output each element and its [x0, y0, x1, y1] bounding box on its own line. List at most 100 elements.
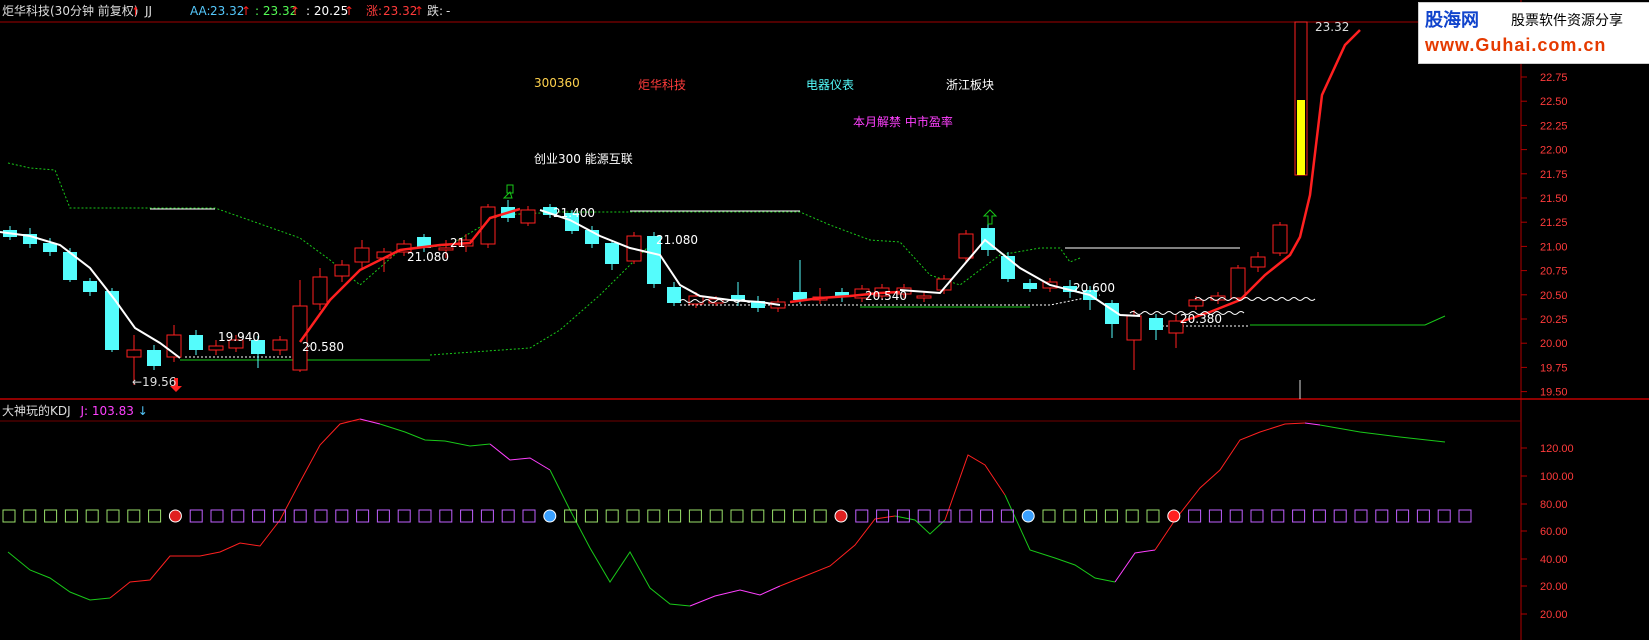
signal-square	[855, 509, 869, 523]
signal-square	[751, 509, 765, 523]
candle-body	[1149, 318, 1163, 330]
candle-body	[208, 345, 224, 351]
signal-square	[1000, 509, 1014, 523]
signal-square	[1250, 509, 1264, 523]
candle	[292, 280, 308, 372]
industry-tag: 电器仪表	[806, 78, 855, 92]
candle	[1001, 252, 1015, 282]
kdj-tick-label: 60.00	[1540, 526, 1568, 538]
candle-body	[272, 339, 288, 351]
signal-square	[668, 509, 682, 523]
candle	[189, 330, 203, 355]
kdj-signal-row	[2, 509, 1472, 523]
candle	[83, 278, 97, 296]
candle-body	[334, 264, 350, 277]
price-tick-label: 22.50	[1540, 96, 1568, 108]
signal-square	[1125, 509, 1139, 523]
signal-square	[64, 509, 78, 523]
price-tick-label: 21.00	[1540, 241, 1568, 253]
kdj-line-magenta	[1114, 549, 1156, 583]
kdj-tick-label: 80.00	[1540, 499, 1568, 511]
sell-arrow-icon	[502, 184, 514, 199]
signal-square	[1354, 509, 1368, 523]
region-tag: 浙江板块	[946, 78, 995, 92]
price-label: 19.940	[218, 330, 260, 344]
signal-square	[522, 509, 536, 523]
kdj-tick-label: 40.00	[1540, 554, 1568, 566]
kdj-line-green	[379, 423, 491, 447]
price-tick-label: 22.00	[1540, 145, 1568, 157]
kdj-tick-label: 20.00	[1540, 609, 1568, 621]
signal-square	[1084, 509, 1098, 523]
signal-square	[376, 509, 390, 523]
signal-square	[584, 509, 598, 523]
signal-square	[210, 509, 224, 523]
signal-square	[2, 509, 16, 523]
signal-square	[480, 509, 494, 523]
kdj-indicator-header[interactable]: 大神玩的KDJ J: 103.83 ↓	[2, 402, 148, 419]
candle	[1230, 265, 1246, 300]
candle-body	[1023, 283, 1037, 289]
signal-square	[148, 509, 162, 523]
price-tick-label: 20.75	[1540, 266, 1568, 278]
signal-square	[1271, 509, 1285, 523]
signal-dot-icon	[1167, 509, 1181, 523]
price-tick-label: 21.75	[1540, 169, 1568, 181]
signal-square	[314, 509, 328, 523]
signal-square	[397, 509, 411, 523]
kdj-line-green	[549, 469, 691, 607]
kdj-line-red	[1154, 422, 1306, 551]
price-low-label: ←19.56	[132, 375, 177, 389]
signal-square	[1188, 509, 1202, 523]
signal-square	[293, 509, 307, 523]
candle-body	[1126, 315, 1142, 341]
candle	[272, 336, 288, 355]
low-guide-line-3	[1250, 315, 1446, 326]
signal-square	[106, 509, 120, 523]
candle-body	[667, 287, 681, 303]
kdj-tick-label: 20.00	[1540, 581, 1568, 593]
price-label: 20.580	[302, 340, 344, 354]
price-label: 21.400	[553, 206, 595, 220]
candle	[1149, 314, 1163, 340]
watermark-subtitle: 股票软件资源分享	[1511, 13, 1623, 29]
chart-canvas[interactable]: 22.75 22.50 22.25 22.00 21.75 21.50 21.25 21.00…	[0, 0, 1649, 640]
signal-square	[876, 509, 890, 523]
candle	[354, 240, 370, 268]
kdj-line-magenta	[689, 585, 781, 607]
signal-square	[959, 509, 973, 523]
candle-body	[292, 305, 308, 371]
signal-square	[1208, 509, 1222, 523]
signal-square	[356, 509, 370, 523]
signal-square	[439, 509, 453, 523]
signal-square	[85, 509, 99, 523]
resistance-line	[429, 244, 661, 356]
candle	[981, 222, 995, 256]
candle	[1023, 279, 1037, 292]
signal-square	[1146, 509, 1160, 523]
signal-dot-icon	[1021, 509, 1035, 523]
candle-body	[958, 233, 974, 259]
signal-dot-icon	[834, 509, 848, 523]
signal-square	[1437, 509, 1451, 523]
signal-square	[730, 509, 744, 523]
kdj-line-green	[1319, 424, 1446, 443]
signal-square	[1333, 509, 1347, 523]
price-tick-label: 19.75	[1540, 362, 1568, 374]
candle	[147, 345, 161, 370]
kdj-title: 大神玩的KDJ	[2, 404, 71, 418]
kdj-tick-label: 100.00	[1540, 471, 1574, 483]
signal-square	[980, 509, 994, 523]
kdj-line-red	[779, 515, 896, 587]
candle-body	[1230, 267, 1246, 299]
support-line	[7, 162, 1081, 286]
candle	[751, 296, 765, 312]
candle-body	[1272, 224, 1288, 254]
signal-square	[772, 509, 786, 523]
candle	[793, 260, 807, 304]
kdj-line-red	[944, 454, 1006, 521]
candle-body	[605, 243, 619, 264]
signal-square	[647, 509, 661, 523]
signal-square	[460, 509, 474, 523]
price-label: 21.080	[407, 250, 449, 264]
